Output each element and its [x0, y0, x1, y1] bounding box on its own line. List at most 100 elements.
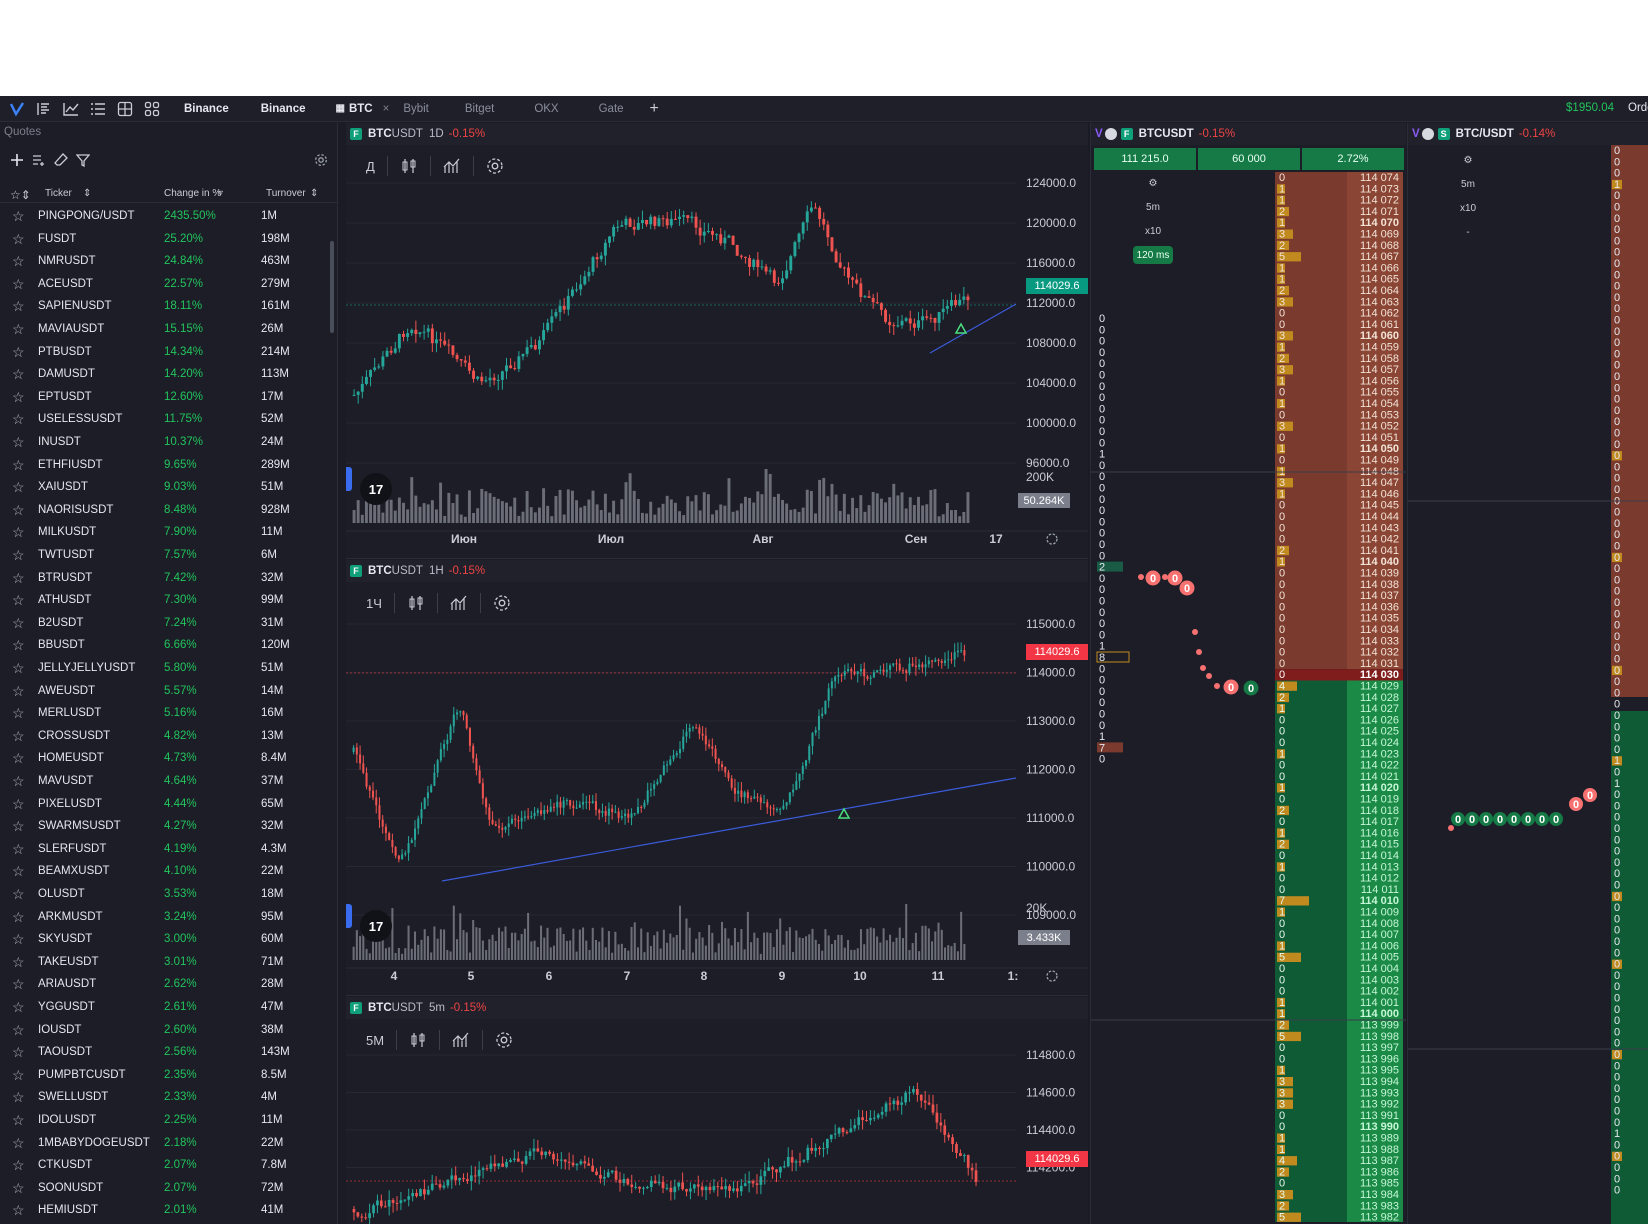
favorite-star-icon[interactable]: ☆ [12, 796, 25, 813]
bid-price[interactable]: 113 984 [1360, 1189, 1399, 1201]
favorite-star-icon[interactable]: ☆ [12, 1022, 25, 1039]
tab-gate[interactable]: Gate [599, 103, 624, 115]
bid-price[interactable]: 113 998 [1360, 1031, 1399, 1043]
favorite-star-icon[interactable]: ☆ [12, 366, 25, 383]
close-icon[interactable]: × [383, 103, 390, 115]
favorite-star-icon[interactable]: ☆ [12, 705, 25, 722]
bid-price[interactable]: 113 994 [1360, 1076, 1399, 1088]
quote-row[interactable]: ☆ MAVUSDT 4.64% 37M [0, 770, 330, 793]
favorite-star-icon[interactable]: ☆ [12, 615, 25, 632]
favorite-star-icon[interactable]: ☆ [12, 457, 25, 474]
quote-row[interactable]: ☆ BBUSDT 6.66% 120M [0, 634, 330, 657]
bid-price[interactable]: 113 986 [1360, 1166, 1399, 1178]
favorite-star-icon[interactable]: ☆ [12, 208, 25, 225]
interval-button[interactable]: Д [354, 156, 388, 176]
ask-price[interactable]: 114 070 [1360, 217, 1399, 229]
favorite-star-icon[interactable]: ☆ [12, 547, 25, 564]
favorite-star-icon[interactable]: ☆ [12, 999, 25, 1016]
bid-price[interactable]: 114 015 [1360, 839, 1399, 851]
bid-price[interactable]: 114 011 [1361, 884, 1399, 896]
tab-okx[interactable]: OKX [534, 103, 558, 115]
quote-row[interactable]: ☆ TAKEUSDT 3.01% 71M [0, 951, 330, 974]
quote-row[interactable]: ☆ BEAMXUSDT 4.10% 22M [0, 860, 330, 883]
bid-price[interactable]: 114 001 [1360, 997, 1399, 1009]
timeframe-control[interactable]: 5m [1450, 175, 1486, 193]
grid-four-icon[interactable] [115, 99, 135, 119]
quote-row[interactable]: ☆ YGGUSDT 2.61% 47M [0, 996, 330, 1019]
tab-bitget[interactable]: Bitget [465, 103, 494, 115]
gear-icon[interactable] [1046, 970, 1058, 982]
multiplier-control[interactable]: x10 [1450, 199, 1486, 217]
alert-triangle-icon[interactable] [954, 322, 968, 334]
orderbook-layout-icon[interactable] [34, 99, 54, 119]
ask-price[interactable]: 114 067 [1360, 251, 1399, 263]
favorite-star-icon[interactable]: ☆ [12, 1157, 25, 1174]
ask-price[interactable]: 114 035 [1360, 613, 1399, 625]
bid-price[interactable]: 113 996 [1360, 1053, 1399, 1065]
ask-price[interactable]: 114 073 [1360, 183, 1399, 195]
bid-price[interactable]: 114 025 [1360, 726, 1399, 738]
bid-price[interactable]: 113 997 [1360, 1042, 1399, 1054]
app-logo-icon[interactable] [7, 99, 27, 119]
bid-price[interactable]: 114 028 [1360, 692, 1399, 704]
ask-price[interactable]: 114 039 [1360, 568, 1399, 580]
bid-price[interactable]: 113 988 [1360, 1144, 1399, 1156]
trade-bubble[interactable] [1206, 673, 1212, 679]
ask-price[interactable]: 114 061 [1360, 319, 1399, 331]
bid-price[interactable]: 114 021 [1360, 771, 1399, 783]
bid-price[interactable]: 114 022 [1360, 760, 1399, 772]
ask-price[interactable]: 114 045 [1360, 500, 1399, 512]
exchange-select-1[interactable]: Binance [184, 103, 229, 115]
ask-price[interactable]: 114 066 [1360, 262, 1399, 274]
favorite-star-icon[interactable]: ☆ [12, 1067, 25, 1084]
favorite-star-icon[interactable]: ☆ [12, 931, 25, 948]
quote-row[interactable]: ☆ ATHUSDT 7.30% 99M [0, 589, 330, 612]
ask-price[interactable]: 114 064 [1360, 285, 1399, 297]
bid-price[interactable]: 114 029 [1360, 681, 1399, 693]
quote-row[interactable]: ☆ JELLYJELLYUSDT 5.80% 51M [0, 657, 330, 680]
quote-row[interactable]: ☆ SLERFUSDT 4.19% 4.3M [0, 838, 330, 861]
quote-row[interactable]: ☆ BTRUSDT 7.42% 32M [0, 567, 330, 590]
favorite-star-icon[interactable]: ☆ [12, 1044, 25, 1061]
bid-price[interactable]: 114 019 [1360, 794, 1399, 806]
tab-btc[interactable]: ▦ BTC × [336, 103, 390, 115]
bid-price[interactable]: 113 992 [1360, 1099, 1399, 1111]
ask-price[interactable]: 114 055 [1360, 387, 1399, 399]
bid-price[interactable]: 114 026 [1360, 714, 1399, 726]
alert-triangle-icon[interactable] [837, 807, 851, 819]
bid-price[interactable]: 114 020 [1360, 782, 1399, 794]
favorite-star-icon[interactable]: ☆ [12, 773, 25, 790]
candlestick-chart[interactable]: 115000.0114000.0113000.0112000.0111000.0… [346, 582, 1088, 996]
ask-price[interactable]: 114 071 [1360, 206, 1399, 218]
quote-row[interactable]: ☆ HOMEUSDT 4.73% 8.4M [0, 747, 330, 770]
favorite-star-icon[interactable]: ☆ [12, 502, 25, 519]
indicators-icon[interactable] [438, 593, 481, 613]
bid-price[interactable]: 114 023 [1360, 748, 1399, 760]
quote-row[interactable]: ☆ IDOLUSDT 2.25% 11M [0, 1109, 330, 1132]
chart-settings-icon[interactable] [483, 1030, 525, 1050]
ask-price[interactable]: 114 054 [1360, 398, 1399, 410]
quote-row[interactable]: ☆ CTKUSDT 2.07% 7.8M [0, 1154, 330, 1177]
ask-price[interactable]: 114 074 [1360, 172, 1399, 184]
quote-row[interactable]: ☆ PTBUSDT 14.34% 214M [0, 341, 330, 364]
ask-price[interactable]: 114 032 [1360, 647, 1399, 659]
bid-price[interactable]: 114 010 [1360, 895, 1399, 907]
eraser-icon[interactable] [52, 151, 70, 169]
ask-price[interactable]: 114 049 [1360, 455, 1399, 467]
ask-price[interactable]: 114 034 [1360, 624, 1399, 636]
turnover-column-header[interactable]: Turnover [266, 188, 306, 199]
favorite-star-icon[interactable]: ☆ [12, 1089, 25, 1106]
quote-row[interactable]: ☆ SWELLUSDT 2.33% 4M [0, 1086, 330, 1109]
candlestick-chart[interactable]: 124000.0120000.0116000.0112000.0108000.0… [346, 145, 1088, 559]
favorite-star-icon[interactable]: ☆ [12, 570, 25, 587]
favorite-star-icon[interactable]: ☆ [12, 818, 25, 835]
bid-price[interactable]: 114 009 [1360, 907, 1399, 919]
ask-price[interactable]: 114 058 [1360, 353, 1399, 365]
bid-price[interactable]: 114 013 [1360, 861, 1399, 873]
bid-price[interactable]: 113 989 [1360, 1133, 1399, 1145]
chart-settings-icon[interactable] [474, 156, 516, 176]
favorite-sort-icon[interactable]: ☆⇕ [10, 188, 31, 202]
bid-price[interactable]: 113 991 [1360, 1110, 1399, 1122]
quote-row[interactable]: ☆ ARKMUSDT 3.24% 95M [0, 906, 330, 929]
bid-price[interactable]: 113 985 [1360, 1178, 1399, 1190]
